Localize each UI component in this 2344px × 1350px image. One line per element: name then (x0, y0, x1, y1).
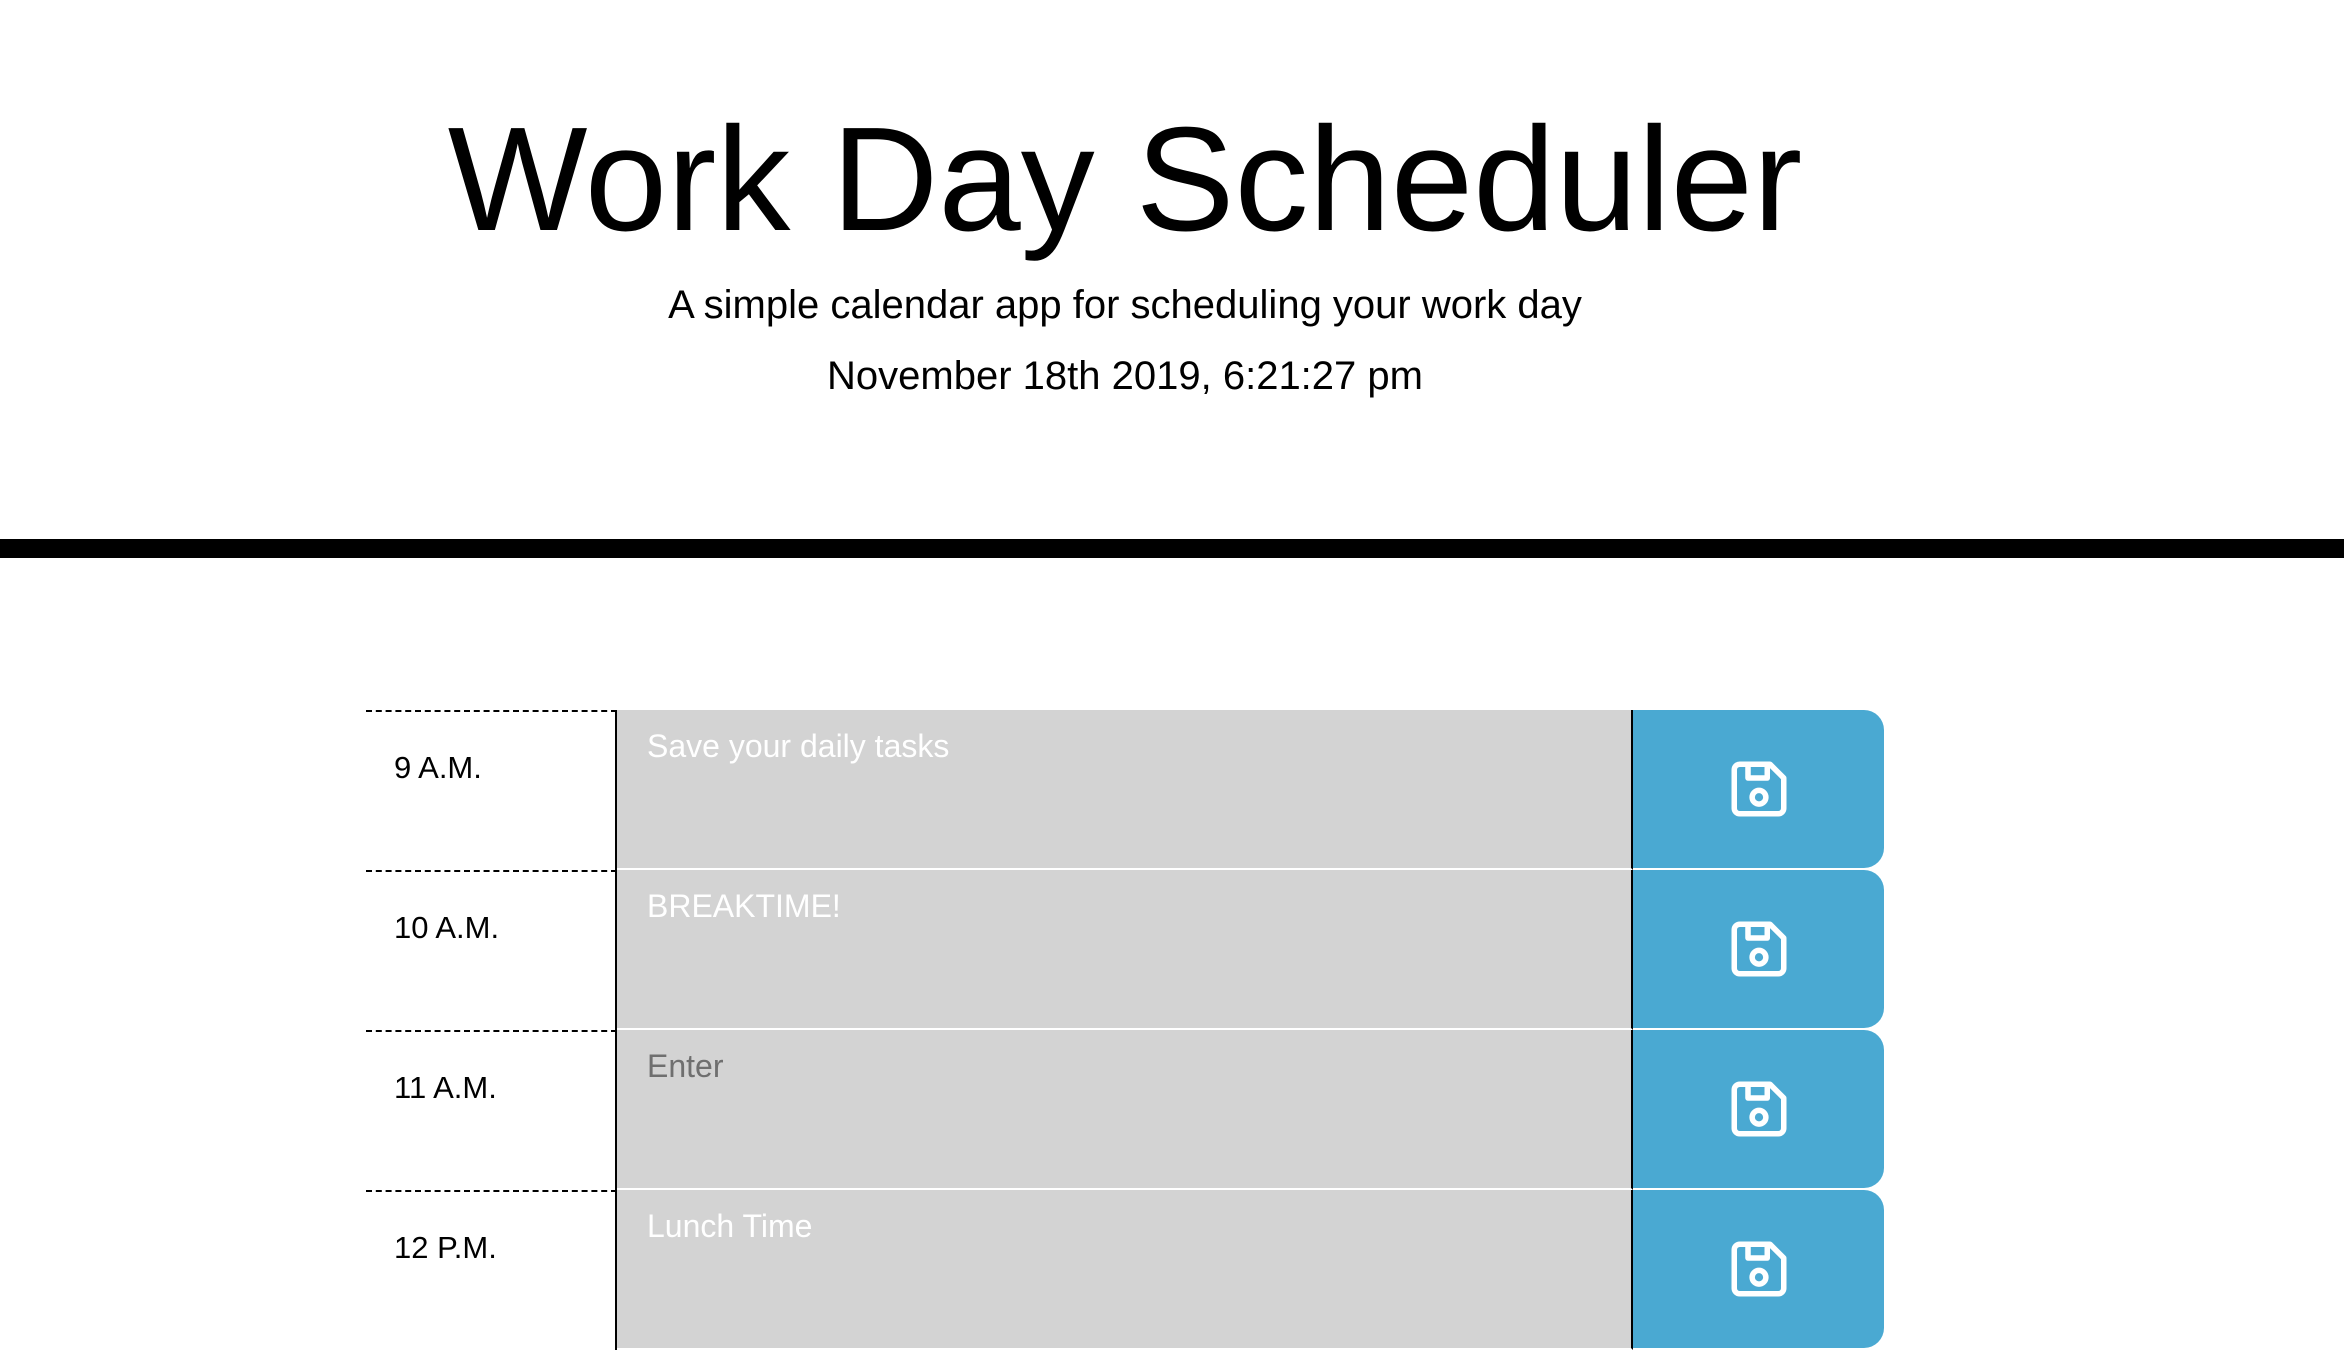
task-textarea[interactable]: Save your daily tasks (617, 710, 1633, 870)
time-block-12pm: 12 P.M. Lunch Time (366, 1190, 1884, 1350)
hour-label: 11 A.M. (366, 1030, 617, 1190)
current-date: November 18th 2019, 6:21:27 pm (827, 354, 1423, 398)
save-button[interactable] (1633, 1030, 1884, 1188)
save-button[interactable] (1633, 1190, 1884, 1348)
save-icon (1731, 761, 1786, 817)
time-block-9am: 9 A.M. Save your daily tasks (366, 710, 1884, 870)
time-block-11am: 11 A.M. Enter (366, 1030, 1884, 1190)
save-icon (1731, 921, 1786, 977)
header: Work Day Scheduler A simple calendar app… (0, 0, 2344, 558)
time-block-10am: 10 A.M. BREAKTIME! (366, 870, 1884, 1030)
task-textarea[interactable]: Enter (617, 1030, 1633, 1190)
hour-label: 9 A.M. (366, 710, 617, 870)
schedule: 9 A.M. Save your daily tasks 10 A.M. BRE… (366, 710, 1884, 1350)
page-subtitle: A simple calendar app for scheduling you… (668, 283, 1582, 327)
save-button[interactable] (1633, 870, 1884, 1028)
save-button[interactable] (1633, 710, 1884, 868)
task-textarea[interactable]: Lunch Time (617, 1190, 1633, 1350)
task-textarea[interactable]: BREAKTIME! (617, 870, 1633, 1030)
hour-label: 10 A.M. (366, 870, 617, 1030)
save-icon (1731, 1241, 1786, 1297)
save-icon (1731, 1081, 1786, 1137)
page-title: Work Day Scheduler (447, 97, 1803, 262)
hour-label: 12 P.M. (366, 1190, 617, 1350)
